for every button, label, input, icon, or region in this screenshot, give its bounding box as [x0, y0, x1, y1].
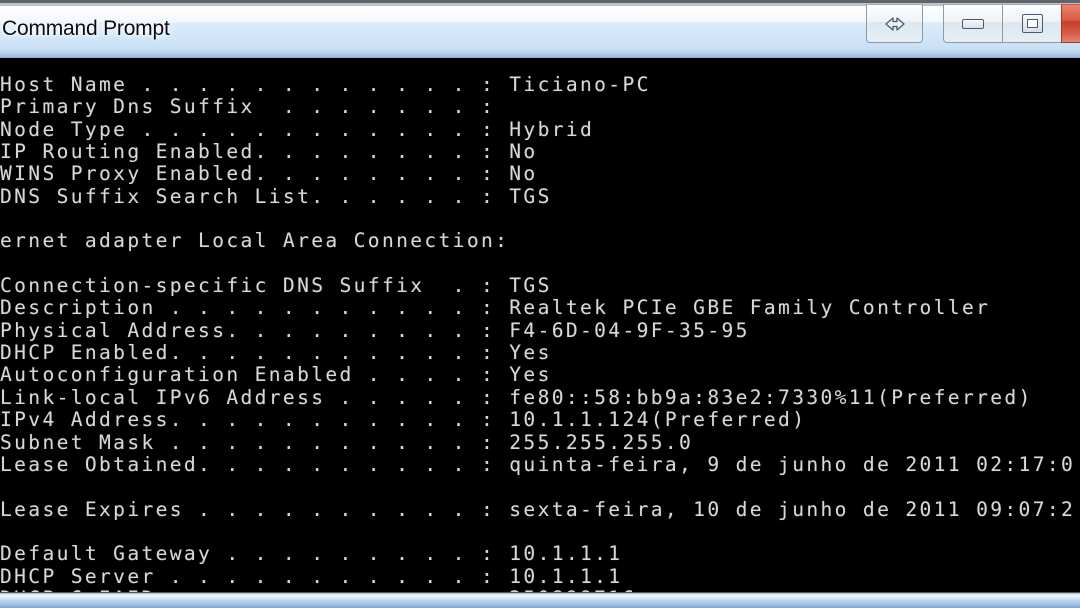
console-line: Autoconfiguration Enabled . . . . : Yes: [0, 363, 552, 387]
maximize-button[interactable]: [1002, 4, 1061, 43]
console-line: DHCP Server . . . . . . . . . . . : 10.1…: [0, 564, 623, 588]
console-line: Description . . . . . . . . . . . : Real…: [0, 296, 991, 320]
console-line: Default Gateway . . . . . . . . . : 10.1…: [0, 542, 623, 566]
console-line: Link-local IPv6 Address . . . . . : fe80…: [0, 385, 1033, 409]
console-text: Host Name . . . . . . . . . . . . : Tici…: [0, 73, 1076, 592]
console-line: Physical Address. . . . . . . . . : F4-6…: [0, 318, 750, 342]
close-button[interactable]: [1061, 4, 1080, 43]
console-line: Host Name . . . . . . . . . . . . : Tici…: [0, 73, 651, 96]
left-right-arrow-icon: [877, 15, 913, 33]
console-line: Lease Obtained. . . . . . . . . . : quin…: [0, 452, 1076, 476]
minimize-icon: [962, 18, 984, 29]
command-prompt-window: Command Prompt Host Name . . . . . . . .…: [0, 0, 1080, 608]
window-frame-sheen: [0, 595, 1080, 600]
console-line: Lease Expires . . . . . . . . . . : sext…: [0, 497, 1076, 521]
window-title: Command Prompt: [2, 17, 170, 40]
console-line: Primary Dns Suffix . . . . . . . :: [0, 95, 496, 119]
console-line: Connection-specific DNS Suffix . : TGS: [0, 274, 552, 298]
console-line: IP Routing Enabled. . . . . . . . : No: [0, 140, 538, 164]
console-line: Subnet Mask . . . . . . . . . . . : 255.…: [0, 430, 694, 454]
title-bar[interactable]: Command Prompt: [0, 0, 1080, 58]
console-line: Node Type . . . . . . . . . . . . : Hybr…: [0, 117, 595, 141]
console-line: DHCP Enabled. . . . . . . . . . . : Yes: [0, 341, 552, 365]
console-line: IPv4 Address. . . . . . . . . . . : 10.1…: [0, 408, 807, 432]
console-line: ernet adapter Local Area Connection:: [0, 229, 510, 253]
window-frame-bottom: [0, 592, 1080, 608]
minimize-button[interactable]: [943, 4, 1002, 43]
min-max-close-group: [943, 4, 1080, 43]
resize-button[interactable]: [866, 4, 923, 43]
window-controls: [866, 4, 1080, 44]
restore-icon: [1021, 14, 1043, 33]
console-line: DNS Suffix Search List. . . . . . : TGS: [0, 184, 552, 208]
console-output-area[interactable]: Host Name . . . . . . . . . . . . : Tici…: [0, 58, 1080, 592]
console-line: WINS Proxy Enabled. . . . . . . . : No: [0, 162, 538, 186]
